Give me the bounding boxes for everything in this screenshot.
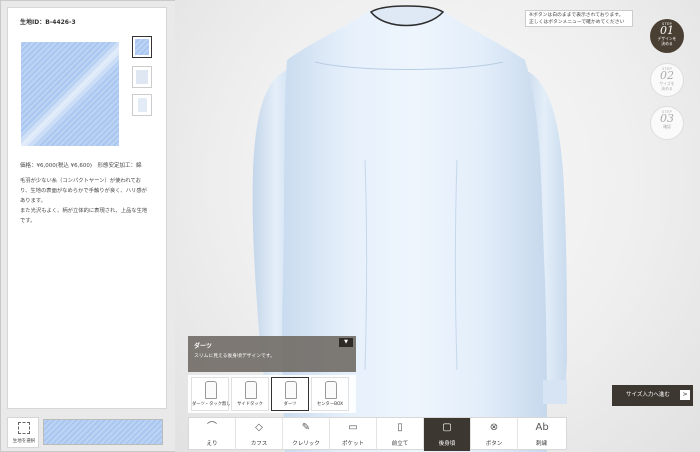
selected-fabric-strip[interactable] [43, 419, 163, 445]
description-line: り、生地の表面がなめらかで手触りが良く、ハリ感が [20, 188, 147, 194]
nav-collar[interactable]: ⌒ えり [189, 418, 236, 451]
collar-icon: ⌒ [207, 422, 217, 433]
shirt-icon [325, 381, 337, 399]
back-body-icon: ▢ [442, 422, 452, 433]
description-line: です。 [20, 218, 36, 224]
step-03-confirm[interactable]: STEP 03 確認 [650, 106, 684, 140]
shirt-icon [245, 381, 257, 399]
fabric-id: 生地ID：B-4426-3 [20, 19, 76, 26]
option-subtitle: スリムに見える後身頃デザインです。 [194, 354, 275, 359]
proceed-to-size-button[interactable]: サイズ入力へ進む > [612, 385, 693, 406]
option-no-dart[interactable]: ダーツ・タック無し [191, 377, 231, 411]
nav-label: 刺繍 [535, 441, 547, 447]
notice-line-2: 正しくはボタンメニューで確かめてください [529, 20, 625, 25]
option-title: ダーツ [194, 343, 212, 350]
nav-pocket[interactable]: ▭ ポケット [330, 418, 377, 451]
nav-back-body[interactable]: ▢ 後身頃 [424, 418, 471, 451]
nav-embroidery[interactable]: Ab 刺繍 [518, 418, 565, 451]
option-header: ダーツ スリムに見える後身頃デザインです。 ▼ [188, 336, 356, 372]
fabric-select-button[interactable]: 生地を選択 [7, 417, 39, 448]
step-label: 確認 [663, 124, 671, 129]
shirt-icon [285, 381, 297, 399]
arrow-right-icon: > [680, 390, 690, 400]
description-line: 毛羽が少ない糸（コンパクトヤーン）が使われてお [20, 178, 141, 184]
notice-line-1: ※ボタンは白のままで表示されております。 [529, 13, 624, 18]
shirt-icon [205, 381, 217, 399]
embroidery-icon: Ab [535, 422, 549, 433]
nav-label: カフス [250, 441, 268, 447]
nav-label: ポケット [341, 441, 364, 447]
option-list: ダーツ・タック無し サイドタック ダーツ センターBOX [188, 375, 356, 413]
option-label: サイドタック [237, 402, 263, 407]
fabric-info-panel: 生地ID：B-4426-3 価格：¥6,000(税込 ¥6,600) 形態安定加… [7, 7, 167, 409]
option-dart[interactable]: ダーツ [271, 377, 309, 411]
collapse-toggle-icon[interactable]: ▼ [339, 338, 353, 347]
step-label: 決める [661, 41, 673, 46]
nav-cleric[interactable]: ✎ クレリック [283, 418, 330, 451]
option-side-tuck[interactable]: サイドタック [231, 377, 269, 411]
nav-label: 後身頃 [438, 441, 456, 447]
nav-label: えり [206, 441, 218, 447]
step-02-size[interactable]: STEP 02 サイズを 決める [650, 63, 684, 97]
button-color-notice: ※ボタンは白のままで表示されております。 正しくはボタンメニューで確かめてくださ… [525, 10, 633, 27]
option-label: ダーツ [283, 402, 297, 407]
nav-placket[interactable]: ▯ 前立て [377, 418, 424, 451]
nav-cuffs[interactable]: ◇ カフス [236, 418, 283, 451]
cuff-icon: ◇ [255, 422, 263, 433]
proceed-label: サイズ入力へ進む [626, 392, 670, 398]
fabric-swatch-large [21, 42, 119, 146]
thumb-detail[interactable] [132, 66, 152, 88]
step-01-design[interactable]: STEP 01 デザインを 決める [650, 19, 684, 53]
button-icon: ⊗ [489, 422, 499, 433]
fabric-description: 毛羽が少ない糸（コンパクトヤーン）が使われてお り、生地の表面がなめらかで手触り… [20, 176, 165, 226]
price-text: 価格：¥6,000(税込 ¥6,600) 形態安定加工：綿 [20, 163, 142, 169]
placket-icon: ▯ [397, 422, 403, 433]
option-label: ダーツ・タック無し [192, 402, 231, 407]
option-center-box[interactable]: センターBOX [311, 377, 349, 411]
description-line: あります。 [20, 198, 46, 204]
nav-label: 前立て [391, 441, 409, 447]
step-number: 02 [660, 69, 674, 82]
step-number: 03 [660, 112, 674, 125]
thumb-fabric[interactable] [132, 36, 152, 58]
fabric-select-icon [18, 422, 30, 434]
option-label: センターBOX [316, 402, 344, 407]
thumb-shirt[interactable] [132, 94, 152, 116]
step-label: 決める [661, 86, 673, 91]
design-category-nav: ⌒ えり ◇ カフス ✎ クレリック ▭ ポケット ▯ 前立て ▢ 後身頃 ⊗ … [188, 417, 567, 451]
nav-button[interactable]: ⊗ ボタン [471, 418, 518, 451]
nav-label: クレリック [292, 441, 320, 447]
cleric-icon: ✎ [301, 422, 311, 433]
fabric-select-label: 生地を選択 [12, 439, 36, 444]
pocket-icon: ▭ [348, 422, 358, 433]
step-number: 01 [660, 24, 674, 37]
nav-label: ボタン [485, 441, 503, 447]
description-line: また光沢もよく、柄が立体的に表現され、上品な生地 [20, 208, 148, 214]
